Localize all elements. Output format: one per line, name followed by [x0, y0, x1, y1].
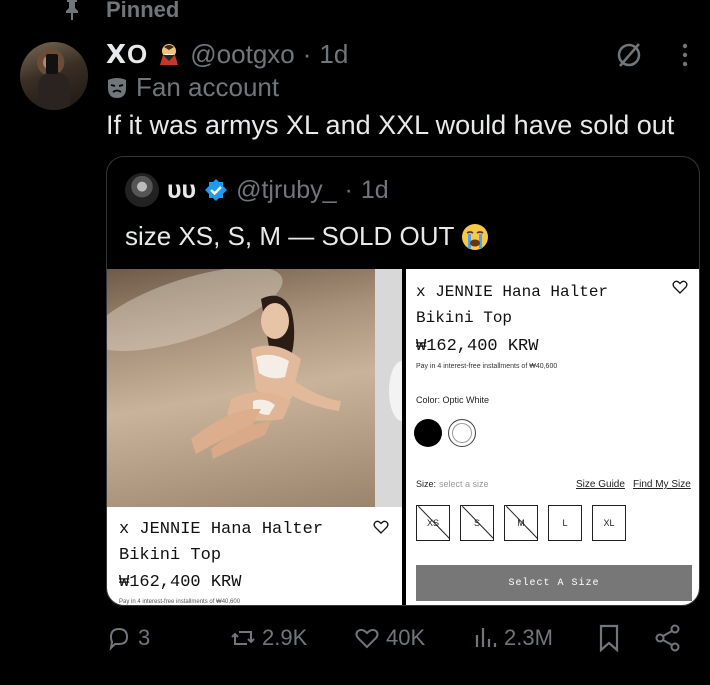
- fan-account-text: Fan account: [136, 72, 280, 102]
- share-icon[interactable]: [654, 624, 682, 652]
- heart-outline-icon: [373, 520, 389, 534]
- size-l: L: [548, 505, 582, 541]
- grok-icon[interactable]: [614, 40, 644, 70]
- quote-avatar[interactable]: [125, 173, 159, 207]
- media-image-left[interactable]: x JENNIE Hana Halter Bikini Top ₩162,400…: [107, 269, 402, 605]
- action-bar: 3 2.9K 40K 2.3M: [106, 618, 686, 658]
- dot-separator: ·: [302, 38, 312, 69]
- product-photo: [107, 269, 375, 507]
- repost-count: 2.9K: [262, 625, 308, 650]
- reply-count: 3: [138, 625, 151, 650]
- repost-button[interactable]: 2.9K: [230, 618, 307, 658]
- quoted-tweet-card[interactable]: ᴜᴜ @tjruby_ · 1d size XS, S, M — SOLD OU…: [106, 156, 700, 606]
- views-count: 2.3M: [504, 625, 553, 650]
- like-button[interactable]: 40K: [354, 618, 425, 658]
- find-my-size-link: Find My Size: [633, 479, 691, 490]
- fan-account-label: Fan account: [106, 72, 279, 103]
- timestamp[interactable]: 1d: [319, 39, 348, 70]
- quote-text-row: size XS, S, M — SOLD OUT: [125, 221, 490, 252]
- repost-icon: [231, 631, 255, 645]
- quote-text: size XS, S, M — SOLD OUT: [125, 221, 455, 251]
- quote-dot-separator: ·: [344, 175, 353, 204]
- left-product-title: x JENNIE Hana Halter Bikini Top: [119, 517, 323, 569]
- select-size-button: Select A Size: [416, 565, 692, 601]
- left-installments-text: Pay in 4 interest-free installments of ₩…: [119, 599, 241, 605]
- quote-header: ᴜᴜ @tjruby_ · 1d: [125, 173, 389, 207]
- installments-text: Pay in 4 interest-free installments of ₩…: [416, 363, 558, 370]
- right-title-line1: x JENNIE Hana Halter: [416, 283, 609, 301]
- pin-icon: [66, 0, 78, 20]
- like-count: 40K: [386, 625, 426, 650]
- size-placeholder: select a size: [439, 479, 489, 489]
- tweet-header: ꓫO @ootgxo · 1d: [106, 36, 348, 72]
- swatch-optic-white: [448, 419, 476, 447]
- size-label-text: Size:: [416, 479, 437, 489]
- color-label: Color: Optic White: [416, 395, 490, 405]
- right-product-price: ₩162,400 KRW: [416, 337, 539, 356]
- quote-timestamp[interactable]: 1d: [361, 176, 389, 205]
- pinned-label: Pinned: [106, 0, 180, 22]
- quote-handle[interactable]: @tjruby_: [236, 176, 336, 205]
- swatch-black: [414, 419, 442, 447]
- left-title-line1: x JENNIE Hana Halter: [119, 520, 324, 539]
- model-figure: [191, 295, 341, 459]
- crying-face-emoji-icon: [462, 223, 489, 250]
- heart-icon: [355, 628, 379, 649]
- right-product-title: x JENNIE Hana Halter Bikini Top: [416, 279, 608, 331]
- right-title-line2: Bikini Top: [416, 309, 513, 327]
- quote-display-name[interactable]: ᴜᴜ: [167, 176, 196, 205]
- size-guide-link: Size Guide: [576, 479, 625, 490]
- size-s-sold-out: S: [460, 505, 494, 541]
- display-name[interactable]: ꓫO: [106, 39, 148, 70]
- verified-badge-icon: [205, 179, 228, 201]
- more-options-icon[interactable]: [680, 42, 690, 68]
- media-image-right[interactable]: x JENNIE Hana Halter Bikini Top ₩162,400…: [406, 269, 699, 605]
- size-m-sold-out: M: [504, 505, 538, 541]
- media-grid[interactable]: x JENNIE Hana Halter Bikini Top ₩162,400…: [107, 269, 699, 605]
- author-handle[interactable]: @ootgxo: [190, 39, 294, 70]
- heart-outline-icon: [672, 280, 688, 294]
- size-xl: XL: [592, 505, 626, 541]
- size-xs-sold-out: XS: [416, 505, 450, 541]
- views-button[interactable]: 2.3M: [472, 618, 553, 658]
- theater-mask-icon: [108, 77, 126, 98]
- tweet-text: If it was armys XL and XXL would have so…: [106, 110, 675, 140]
- views-bar-chart-icon: [475, 628, 497, 647]
- size-label: Size: select a size: [416, 479, 489, 489]
- bookmark-icon[interactable]: [596, 624, 622, 652]
- vampire-emoji-icon: [160, 44, 179, 65]
- left-title-line2: Bikini Top: [119, 546, 222, 565]
- left-product-price: ₩162,400 KRW: [119, 573, 242, 592]
- avatar[interactable]: [20, 42, 88, 110]
- reply-button[interactable]: 3: [106, 618, 150, 658]
- reply-icon: [109, 627, 129, 651]
